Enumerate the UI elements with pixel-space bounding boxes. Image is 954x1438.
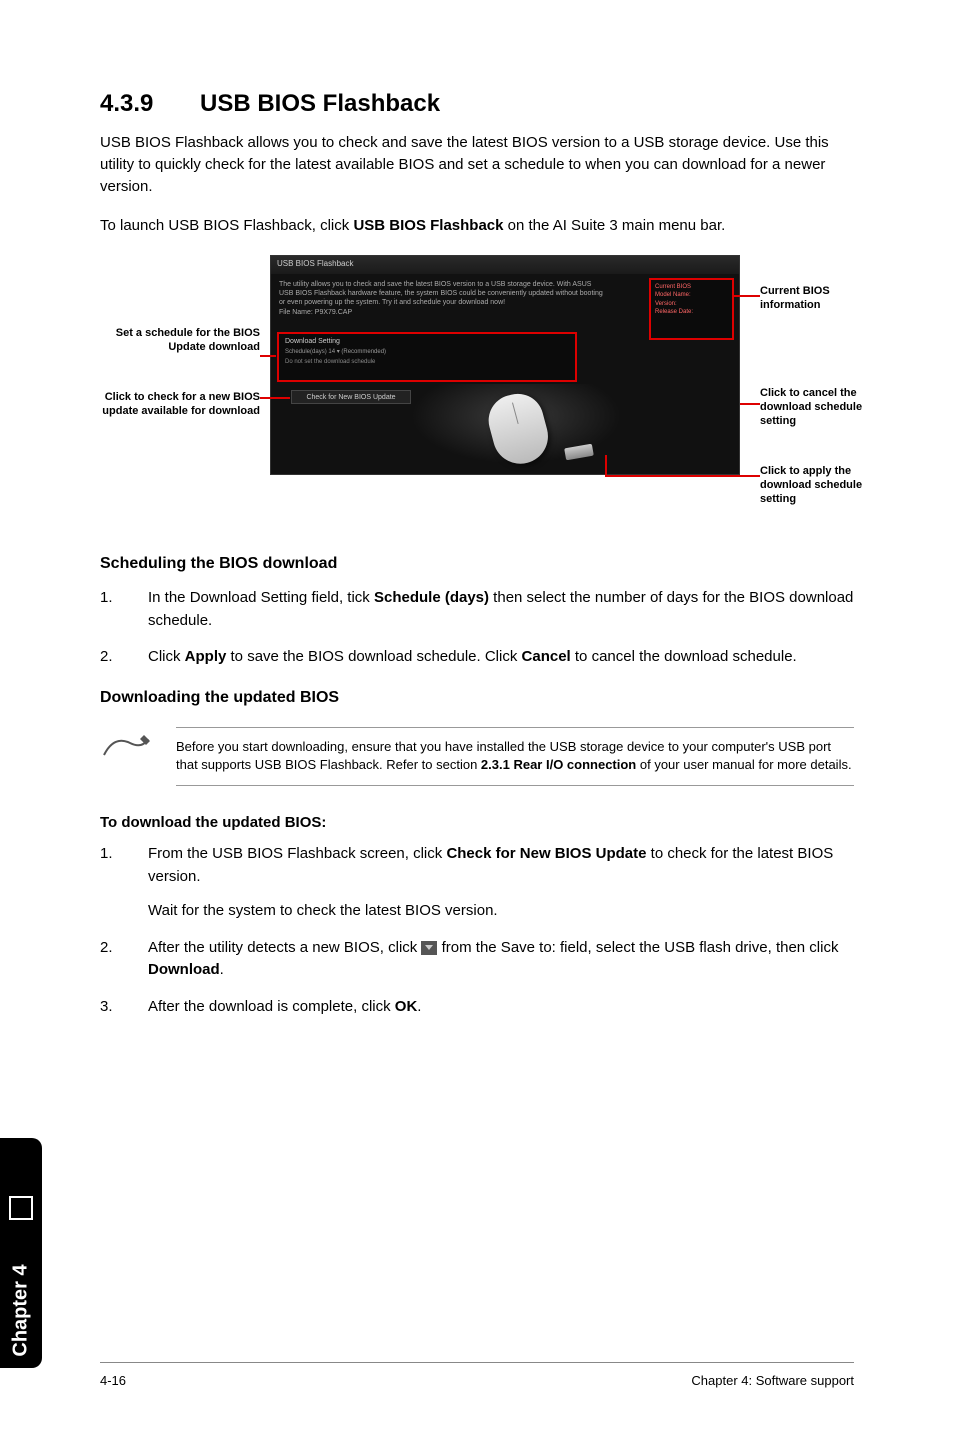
t: Check for New BIOS Update bbox=[446, 845, 646, 862]
chapter-label: Chapter 4: Software support bbox=[691, 1373, 854, 1388]
sched-sub: Do not set the download schedule bbox=[285, 359, 569, 365]
section-number: 4.3.9 bbox=[100, 90, 200, 118]
page-footer: 4-16 Chapter 4: Software support bbox=[100, 1362, 854, 1388]
pencil-icon bbox=[100, 727, 152, 772]
callout-line bbox=[605, 455, 607, 475]
download-steps: 1. From the USB BIOS Flashback screen, c… bbox=[100, 843, 854, 1018]
chapter-tab: Chapter 4 bbox=[0, 1138, 42, 1368]
callout-bios-info: Current BIOS information bbox=[760, 285, 870, 313]
callout-schedule: Set a schedule for the BIOS Update downl… bbox=[100, 327, 260, 355]
t: . bbox=[220, 961, 224, 978]
t: 2.3.1 Rear I/O connection bbox=[481, 757, 636, 772]
panel-model: Model Name: bbox=[655, 291, 728, 299]
scheduling-steps: 1. In the Download Setting field, tick S… bbox=[100, 587, 854, 669]
section-name: USB BIOS Flashback bbox=[200, 90, 440, 117]
t: Schedule (days) bbox=[374, 589, 489, 606]
to-download-label: To download the updated BIOS: bbox=[100, 814, 854, 831]
callout-line bbox=[740, 403, 760, 405]
launch-bold: USB BIOS Flashback bbox=[353, 217, 503, 234]
note-block: Before you start downloading, ensure tha… bbox=[100, 727, 854, 787]
callout-line bbox=[734, 295, 760, 297]
t: . bbox=[417, 998, 421, 1015]
dl-step-1: 1. From the USB BIOS Flashback screen, c… bbox=[100, 843, 854, 923]
t: After the download is complete, click bbox=[148, 998, 395, 1015]
t: to cancel the download schedule. bbox=[571, 648, 797, 665]
t: Cancel bbox=[522, 648, 571, 665]
callout-check: Click to check for a new BIOS update ava… bbox=[100, 391, 260, 419]
figure: USB BIOS Flashback The utility allows yo… bbox=[100, 255, 854, 515]
section-title: 4.3.9USB BIOS Flashback bbox=[100, 90, 854, 118]
launch-paragraph: To launch USB BIOS Flashback, click USB … bbox=[100, 215, 854, 237]
callout-line bbox=[260, 397, 290, 399]
t: of your user manual for more details. bbox=[636, 757, 851, 772]
mouse-image bbox=[411, 384, 621, 464]
callout-line bbox=[260, 355, 276, 357]
note-text: Before you start downloading, ensure tha… bbox=[176, 727, 854, 787]
screenshot: USB BIOS Flashback The utility allows yo… bbox=[270, 255, 740, 475]
panel-hdr: Current BIOS bbox=[655, 283, 728, 291]
t: From the USB BIOS Flashback screen, clic… bbox=[148, 845, 446, 862]
scheduling-heading: Scheduling the BIOS download bbox=[100, 555, 854, 573]
t: Apply bbox=[185, 648, 227, 665]
launch-pre: To launch USB BIOS Flashback, click bbox=[100, 217, 353, 234]
panel-ver: Version: bbox=[655, 300, 728, 308]
usb-icon bbox=[564, 444, 594, 461]
sched-line: Schedule(days) 14 ▾ (Recommended) bbox=[285, 348, 569, 355]
tab-label: Chapter 4 bbox=[10, 1264, 33, 1356]
callout-apply: Click to apply the download schedule set… bbox=[760, 465, 880, 506]
t: OK bbox=[395, 998, 418, 1015]
t: from the Save to: field, select the USB … bbox=[437, 939, 838, 956]
dropdown-icon bbox=[421, 941, 437, 955]
sched-step-2: 2. Click Apply to save the BIOS download… bbox=[100, 646, 854, 669]
screenshot-titlebar: USB BIOS Flashback bbox=[271, 256, 739, 274]
sched-step-1: 1. In the Download Setting field, tick S… bbox=[100, 587, 854, 632]
t: After the utility detects a new BIOS, cl… bbox=[148, 939, 421, 956]
dl-step-2: 2. After the utility detects a new BIOS,… bbox=[100, 937, 854, 982]
check-bios-button[interactable]: Check for New BIOS Update bbox=[291, 390, 411, 404]
t: Wait for the system to check the latest … bbox=[148, 902, 498, 919]
t: In the Download Setting field, tick bbox=[148, 589, 374, 606]
bios-info-panel: Current BIOS Model Name: Version: Releas… bbox=[649, 278, 734, 340]
sched-hdr: Download Setting bbox=[285, 338, 569, 345]
intro-paragraph: USB BIOS Flashback allows you to check a… bbox=[100, 132, 854, 197]
schedule-box: Download Setting Schedule(days) 14 ▾ (Re… bbox=[277, 332, 577, 382]
t: Click bbox=[148, 648, 185, 665]
page-number: 4-16 bbox=[100, 1373, 126, 1388]
panel-date: Release Date: bbox=[655, 308, 728, 316]
downloading-heading: Downloading the updated BIOS bbox=[100, 689, 854, 707]
t: to save the BIOS download schedule. Clic… bbox=[226, 648, 521, 665]
dl-step-3: 3. After the download is complete, click… bbox=[100, 996, 854, 1019]
launch-post: on the AI Suite 3 main menu bar. bbox=[503, 217, 725, 234]
mouse-icon bbox=[483, 388, 554, 470]
tab-box-icon bbox=[9, 1196, 33, 1220]
callout-cancel: Click to cancel the download schedule se… bbox=[760, 387, 880, 428]
t: Download bbox=[148, 961, 220, 978]
callout-line bbox=[605, 475, 760, 477]
screenshot-desc: The utility allows you to check and save… bbox=[271, 274, 611, 309]
